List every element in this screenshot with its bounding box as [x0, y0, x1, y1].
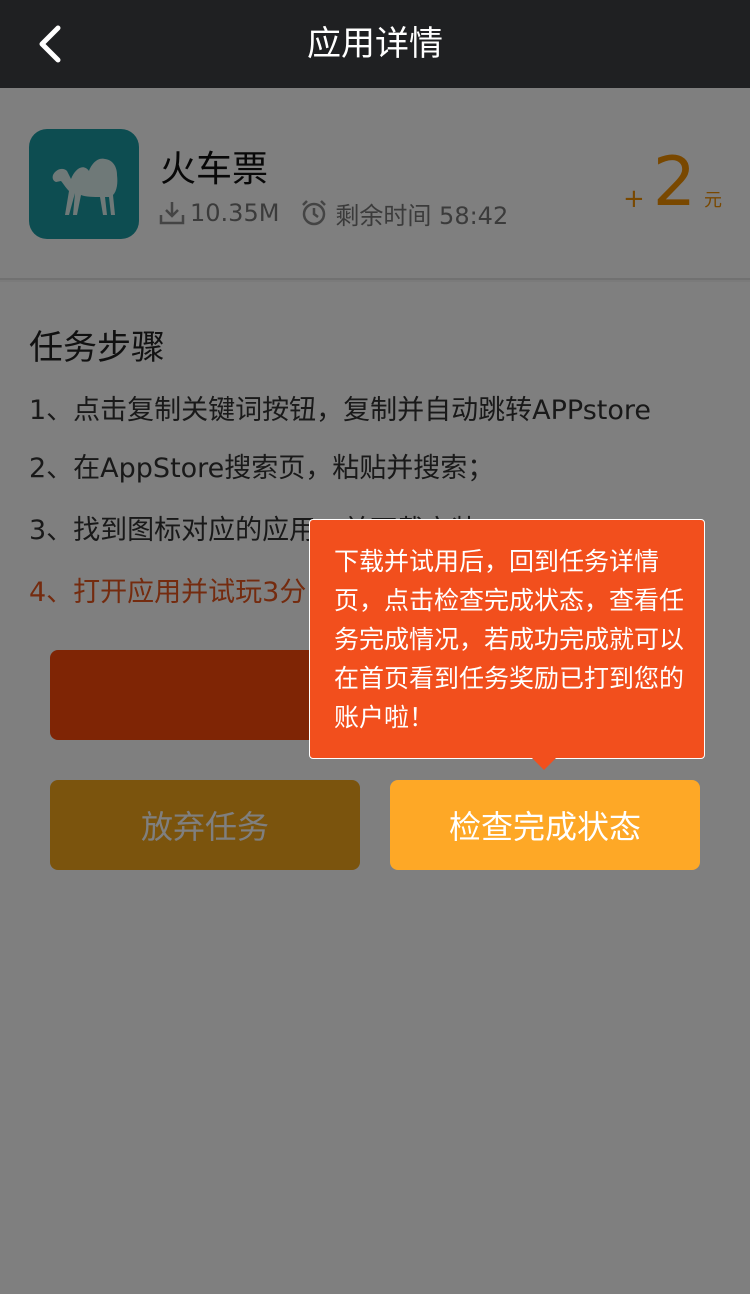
- tooltip-arrow: [532, 758, 556, 770]
- chevron-left-icon: [39, 25, 61, 63]
- tooltip-text: 下载并试用后，回到任务详情页，点击检查完成状态，查看任务完成情况，若成功完成就可…: [334, 547, 685, 732]
- back-button[interactable]: [26, 20, 74, 68]
- check-status-button[interactable]: 检查完成状态: [390, 780, 700, 870]
- page-title: 应用详情: [307, 24, 443, 64]
- navbar: 应用详情: [0, 0, 750, 88]
- guide-tooltip: 下载并试用后，回到任务详情页，点击检查完成状态，查看任务完成情况，若成功完成就可…: [309, 519, 705, 759]
